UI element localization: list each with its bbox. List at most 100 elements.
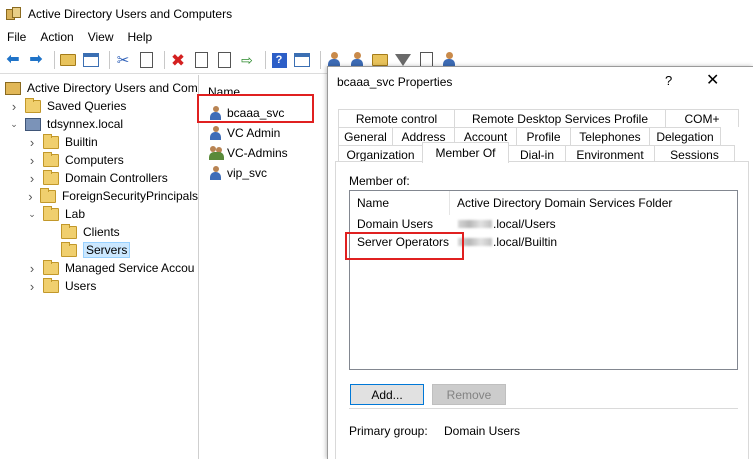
list-item[interactable]: vip_svc xyxy=(200,163,330,183)
column-header-folder[interactable]: Active Directory Domain Services Folder xyxy=(450,196,672,210)
tab-delegation[interactable]: Delegation xyxy=(649,127,721,145)
add-button[interactable]: Add... xyxy=(350,384,424,405)
tab-remote-control[interactable]: Remote control xyxy=(338,109,455,127)
domain-icon xyxy=(25,117,41,131)
list-item-label: VC-Admins xyxy=(227,146,288,160)
member-of-panel: Member of: Name Active Directory Domain … xyxy=(335,161,749,459)
tree-item-label: Saved Queries xyxy=(47,99,127,113)
object-list: Name bcaaa_svc VC Admin VC-Admins vip_svc xyxy=(200,75,330,459)
tree-item-lab[interactable]: ⌄ Lab xyxy=(0,205,198,223)
window-titlebar: Active Directory Users and Computers xyxy=(0,0,753,27)
tab-member-of[interactable]: Member Of xyxy=(422,142,509,163)
dialog-title: bcaaa_svc Properties xyxy=(337,75,453,89)
dialog-close-icon[interactable]: ✕ xyxy=(706,70,719,90)
tree-item-label: Lab xyxy=(65,207,86,221)
back-arrow-icon[interactable]: ⬅ xyxy=(4,51,22,69)
up-folder-icon[interactable] xyxy=(59,51,77,69)
expand-chevron-icon[interactable]: › xyxy=(27,153,37,168)
tab-remote-desktop-services-profile[interactable]: Remote Desktop Services Profile xyxy=(454,109,666,127)
tree-item-users[interactable]: › Users xyxy=(0,277,198,295)
console-tree: Active Directory Users and Com › Saved Qu… xyxy=(0,75,199,459)
tree-item-label: Managed Service Accou xyxy=(65,261,195,275)
aduc-app-icon xyxy=(6,6,22,21)
member-row-folder: .local/Users xyxy=(450,217,556,231)
window-title: Active Directory Users and Computers xyxy=(28,6,233,21)
folder-icon xyxy=(43,133,59,149)
expand-chevron-icon[interactable]: › xyxy=(27,261,37,276)
menu-bar: File Action View Help xyxy=(0,27,753,47)
copy-icon[interactable] xyxy=(137,51,155,69)
expand-chevron-icon[interactable]: › xyxy=(27,279,37,294)
collapse-chevron-icon[interactable]: ⌄ xyxy=(9,119,19,129)
tree-item-foreignsecurityprincipals[interactable]: › ForeignSecurityPrincipals xyxy=(0,187,198,205)
folder-icon xyxy=(43,277,59,293)
refresh-icon[interactable] xyxy=(215,51,233,69)
folder-icon xyxy=(25,97,41,113)
tree-item-saved-queries[interactable]: › Saved Queries xyxy=(0,97,198,115)
member-row[interactable]: Domain Users .local/Users xyxy=(350,215,737,233)
folder-icon xyxy=(61,241,77,257)
menu-help[interactable]: Help xyxy=(121,30,160,44)
primary-group-value: Domain Users xyxy=(444,424,521,438)
expand-chevron-icon[interactable]: › xyxy=(27,135,37,150)
show-tree-icon[interactable] xyxy=(82,51,100,69)
cut-icon[interactable]: ✂ xyxy=(114,51,132,69)
expand-chevron-icon[interactable]: › xyxy=(27,189,34,204)
export-icon[interactable]: ⇨ xyxy=(238,51,256,69)
collapse-chevron-icon[interactable]: ⌄ xyxy=(27,209,37,219)
delete-icon[interactable]: ✖ xyxy=(169,51,187,69)
properties-dialog: bcaaa_svc Properties ? ✕ Remote control … xyxy=(327,66,753,459)
tab-row-1: Remote control Remote Desktop Services P… xyxy=(338,109,739,127)
menu-file[interactable]: File xyxy=(0,30,33,44)
tree-item-label: Computers xyxy=(65,153,124,167)
folder-icon xyxy=(61,223,77,239)
tab-row-2: General Address Account Profile Telephon… xyxy=(338,127,721,145)
member-row-folder: .local/Builtin xyxy=(450,235,557,249)
tab-com-plus[interactable]: COM+ xyxy=(665,109,739,127)
tree-item-tdsynnex-local[interactable]: ⌄ tdsynnex.local xyxy=(0,115,198,133)
folder-icon xyxy=(43,151,59,167)
folder-icon xyxy=(39,187,56,203)
help-icon[interactable]: ? xyxy=(270,51,288,69)
tree-item-computers[interactable]: › Computers xyxy=(0,151,198,169)
group-icon xyxy=(209,145,225,161)
tree-root[interactable]: Active Directory Users and Com xyxy=(0,79,198,97)
console-icon[interactable] xyxy=(293,51,311,69)
tree-item-managed-service-accou[interactable]: › Managed Service Accou xyxy=(0,259,198,277)
list-item[interactable]: VC Admin xyxy=(200,123,330,143)
menu-view[interactable]: View xyxy=(81,30,121,44)
tree-item-label: Users xyxy=(65,279,97,293)
tree-item-servers[interactable]: ›Servers xyxy=(0,241,198,259)
toolbar-separator xyxy=(164,51,165,69)
red-highlight-server-operators xyxy=(345,232,464,260)
expand-chevron-icon[interactable]: › xyxy=(27,171,37,186)
member-of-list[interactable]: Name Active Directory Domain Services Fo… xyxy=(349,190,738,370)
tree-item-label: Domain Controllers xyxy=(65,171,168,185)
tree-item-label: Clients xyxy=(83,225,120,239)
list-item-label: VC Admin xyxy=(227,126,281,140)
properties-icon[interactable] xyxy=(192,51,210,69)
toolbar-separator xyxy=(54,51,55,69)
dialog-help-icon[interactable]: ? xyxy=(665,73,672,88)
user-icon xyxy=(209,165,223,181)
tree-item-clients[interactable]: ›Clients xyxy=(0,223,198,241)
folder-icon xyxy=(43,169,59,185)
list-item[interactable]: VC-Admins xyxy=(200,143,330,163)
list-item-label: vip_svc xyxy=(227,166,268,180)
tree-item-label: ForeignSecurityPrincipals xyxy=(61,189,198,203)
folder-icon xyxy=(43,205,59,221)
expand-chevron-icon[interactable]: › xyxy=(9,99,19,114)
remove-button[interactable]: Remove xyxy=(432,384,506,405)
tree-item-domain-controllers[interactable]: › Domain Controllers xyxy=(0,169,198,187)
redacted-domain xyxy=(458,220,492,228)
tab-general[interactable]: General xyxy=(338,127,393,145)
column-header-name[interactable]: Name xyxy=(350,191,450,215)
primary-group-label: Primary group: xyxy=(349,424,428,438)
tree-item-builtin[interactable]: › Builtin xyxy=(0,133,198,151)
tab-telephones[interactable]: Telephones xyxy=(570,127,650,145)
panel-divider xyxy=(349,408,738,409)
forward-arrow-icon[interactable]: ➡ xyxy=(27,51,45,69)
menu-action[interactable]: Action xyxy=(33,30,80,44)
tree-item-label: Servers xyxy=(83,242,131,258)
tab-profile[interactable]: Profile xyxy=(516,127,571,145)
